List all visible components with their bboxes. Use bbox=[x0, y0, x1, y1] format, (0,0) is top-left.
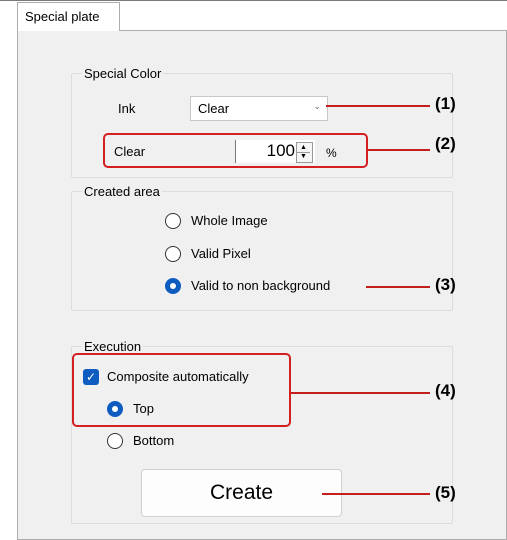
callout-line-4 bbox=[291, 392, 430, 394]
callout-label-3: (3) bbox=[435, 275, 456, 294]
whole-image-label[interactable]: Whole Image bbox=[191, 212, 268, 230]
bottom-label[interactable]: Bottom bbox=[133, 432, 174, 450]
radio-valid-pixel[interactable] bbox=[165, 246, 181, 262]
radio-whole-image[interactable] bbox=[165, 213, 181, 229]
callout-line-3 bbox=[366, 286, 430, 288]
highlight-box-execution bbox=[72, 353, 291, 427]
valid-to-non-background-label[interactable]: Valid to non background bbox=[191, 277, 330, 295]
radio-valid-to-non-background[interactable] bbox=[165, 278, 181, 294]
special-color-legend: Special Color bbox=[82, 66, 164, 81]
callout-label-5: (5) bbox=[435, 483, 456, 502]
callout-line-5 bbox=[322, 493, 430, 495]
created-area-legend: Created area bbox=[82, 184, 162, 199]
tab-special-plate[interactable]: Special plate bbox=[17, 2, 120, 31]
ink-dropdown[interactable]: Clear ⌄ bbox=[190, 96, 328, 121]
callout-line-2 bbox=[368, 149, 430, 151]
execution-legend: Execution bbox=[82, 339, 144, 354]
valid-pixel-label[interactable]: Valid Pixel bbox=[191, 245, 251, 263]
ink-label: Ink bbox=[118, 101, 136, 116]
highlight-box-amount bbox=[103, 133, 368, 168]
ink-dropdown-value: Clear bbox=[198, 101, 230, 116]
window-top-border bbox=[0, 0, 507, 1]
radio-bottom[interactable] bbox=[107, 433, 123, 449]
callout-line-1 bbox=[326, 105, 430, 107]
callout-label-2: (2) bbox=[435, 134, 456, 153]
chevron-down-icon: ⌄ bbox=[313, 101, 321, 111]
callout-label-1: (1) bbox=[435, 94, 456, 113]
create-button[interactable]: Create bbox=[141, 469, 342, 517]
callout-label-4: (4) bbox=[435, 381, 456, 400]
